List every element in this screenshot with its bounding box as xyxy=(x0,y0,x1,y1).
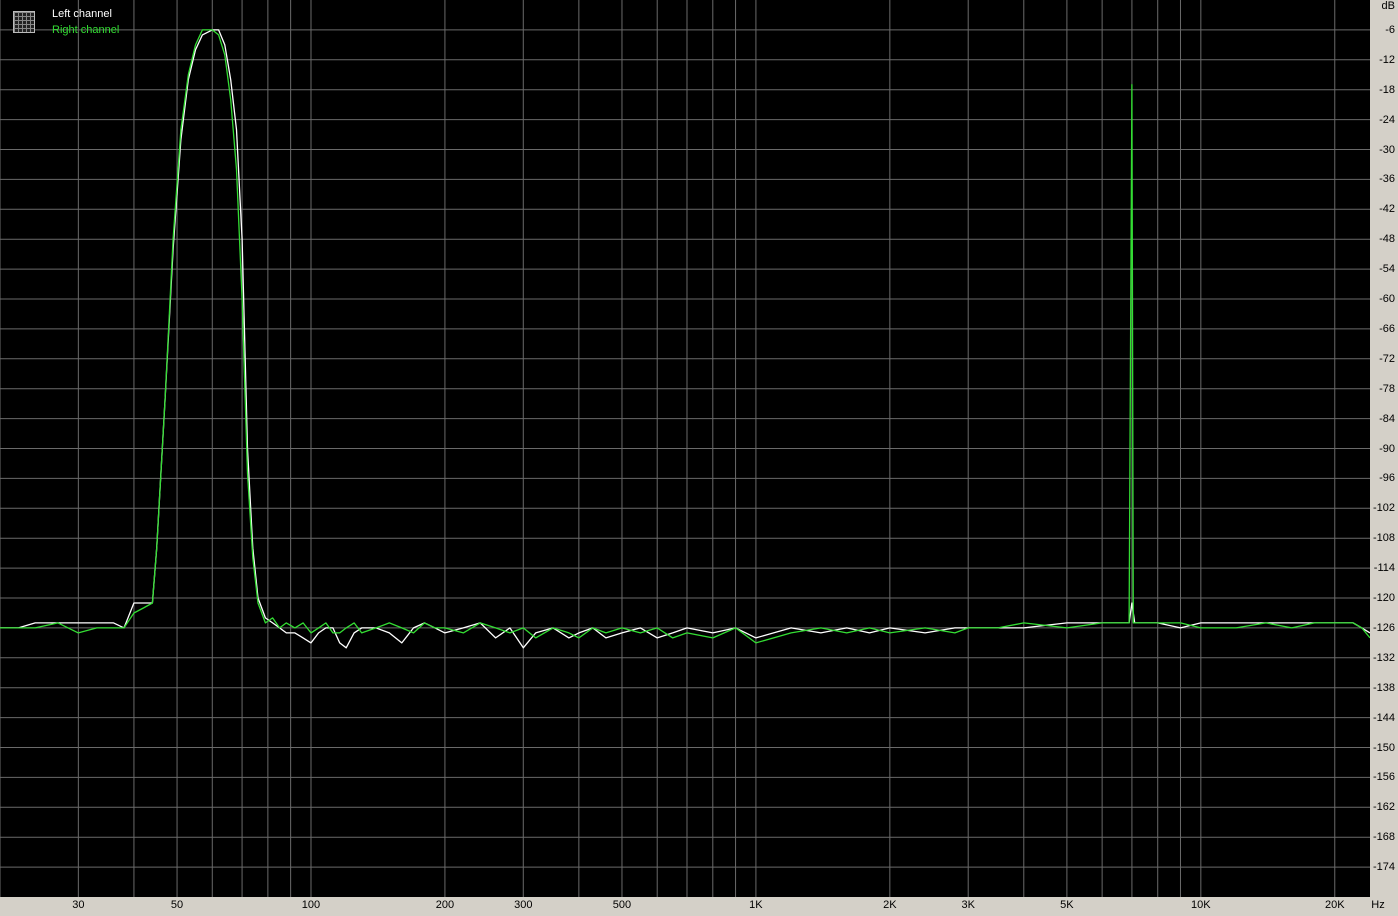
x-tick-label: 200 xyxy=(435,899,455,911)
x-tick-label: 1K xyxy=(749,899,763,911)
plot-area: Left channel Right channel xyxy=(0,0,1370,897)
y-tick-label: -132 xyxy=(1372,651,1395,664)
y-tick-label: -24 xyxy=(1379,113,1395,126)
y-tick-label: -18 xyxy=(1379,83,1395,96)
y-tick-label: -12 xyxy=(1379,53,1395,66)
x-tick-label: 3K xyxy=(961,899,975,911)
y-tick-label: -54 xyxy=(1379,263,1395,276)
y-tick-label: -102 xyxy=(1372,502,1395,515)
y-tick-label: -174 xyxy=(1372,861,1395,874)
y-tick-label: -114 xyxy=(1373,562,1395,575)
y-tick-label: -66 xyxy=(1379,322,1395,335)
y-tick-label: -60 xyxy=(1379,293,1395,305)
y-tick-label: -30 xyxy=(1379,143,1395,156)
y-tick-label: -36 xyxy=(1379,173,1395,186)
y-tick-label: -90 xyxy=(1379,442,1395,455)
series-line-right xyxy=(0,29,1370,644)
x-unit-label: Hz xyxy=(1371,899,1385,911)
y-tick-label: -6 xyxy=(1385,23,1395,36)
legend-entry-left: Left channel xyxy=(52,8,112,20)
y-tick-label: -120 xyxy=(1372,592,1395,604)
x-tick-label: 300 xyxy=(514,899,533,911)
y-tick-label: -42 xyxy=(1379,203,1395,216)
y-tick-label: -144 xyxy=(1372,711,1395,724)
y-tick-label: -156 xyxy=(1372,771,1395,784)
y-tick-label: -138 xyxy=(1372,681,1395,694)
y-tick-label: -168 xyxy=(1372,831,1395,844)
spectrum-chart xyxy=(0,0,1370,897)
series-line-left xyxy=(0,29,1370,649)
y-tick-label: -96 xyxy=(1379,472,1395,485)
x-tick-label: 50 xyxy=(170,899,184,911)
x-tick-label: 5K xyxy=(1060,899,1074,911)
y-tick-label: -126 xyxy=(1372,621,1395,634)
x-tick-label: 20K xyxy=(1324,899,1345,911)
y-tick-label: -108 xyxy=(1372,532,1395,545)
x-tick-label: 30 xyxy=(72,899,85,911)
x-tick-label: 500 xyxy=(612,899,632,911)
y-tick-label: -150 xyxy=(1372,741,1395,754)
x-tick-label: 100 xyxy=(301,899,321,911)
x-tick-label: 2K xyxy=(883,899,897,911)
legend-entry-right: Right channel xyxy=(52,24,120,36)
y-tick-label: -84 xyxy=(1379,412,1395,425)
y-tick-label: -48 xyxy=(1379,233,1395,246)
grid-icon[interactable] xyxy=(13,11,35,33)
x-tick-label: 10K xyxy=(1191,899,1211,911)
y-unit-label: dB xyxy=(1381,0,1395,12)
y-tick-label: -78 xyxy=(1379,382,1395,395)
y-tick-label: -72 xyxy=(1379,352,1395,365)
y-tick-label: -162 xyxy=(1372,801,1395,814)
